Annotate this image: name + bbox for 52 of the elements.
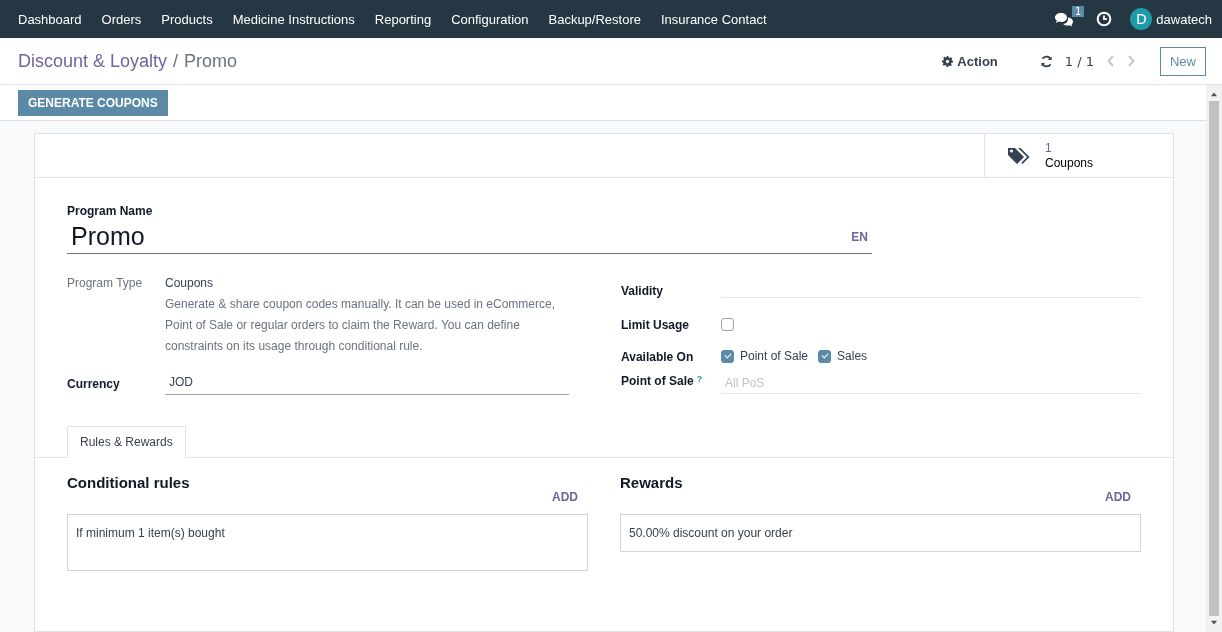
section-title: Rewards	[620, 474, 683, 491]
user-name[interactable]: dawatech	[1156, 11, 1212, 27]
menu-item[interactable]: Insurance Contact	[651, 11, 777, 27]
action-button[interactable]: Action	[936, 52, 1004, 70]
add-link[interactable]: ADD	[1105, 490, 1131, 504]
checkbox-label: Sales	[837, 349, 868, 363]
tab[interactable]: Rules & Rewards	[67, 426, 186, 458]
menu-item[interactable]: Products	[151, 11, 223, 27]
checkbox[interactable]	[818, 349, 832, 363]
menu-item[interactable]: Orders	[91, 11, 152, 27]
refresh-icon[interactable]	[1039, 54, 1053, 68]
gear-icon[interactable]	[942, 55, 954, 67]
checkbox[interactable]	[721, 317, 734, 331]
program-name-field[interactable]: Promo EN	[67, 218, 872, 254]
coupons-label: Coupons	[1045, 155, 1094, 171]
menu-item[interactable]: Reporting	[364, 11, 442, 27]
breadcrumb-link[interactable]: Discount & Loyalty	[18, 50, 168, 72]
section-title: Conditional rules	[67, 474, 190, 491]
menu-item[interactable]: Configuration	[441, 11, 539, 27]
field-label: Validity	[621, 283, 665, 300]
scroll-up-icon[interactable]	[1210, 91, 1218, 97]
new-button[interactable]: New	[1160, 46, 1206, 76]
program-type-description: Generate & share coupon codes manually. It can be used in eCommerce, Point of Sale or regular orders to claim the Reward. You can define constraints on its usage through conditional rule.	[165, 296, 556, 355]
scrollbar-thumb[interactable]	[1209, 101, 1219, 616]
tags-icon[interactable]	[1007, 145, 1031, 166]
field-label: Currency	[67, 376, 121, 393]
generate-coupons-button[interactable]: GENERATE COUPONS	[18, 89, 168, 116]
clock-icon[interactable]	[1096, 11, 1113, 27]
coupon-count: 1	[1045, 140, 1053, 156]
menu-item[interactable]: Dashboard	[8, 11, 92, 27]
list-item[interactable]: If minimum 1 item(s) bought	[76, 526, 579, 540]
scroll-down-icon[interactable]	[1210, 620, 1218, 626]
field-label: Program Type	[67, 275, 144, 292]
pager-value: 1 / 1	[1064, 53, 1094, 69]
list-item[interactable]: 50.00% discount on your order	[629, 526, 1132, 540]
breadcrumb-current: Promo	[184, 50, 238, 72]
scrollbar[interactable]	[1206, 85, 1222, 632]
program-type-value: Coupons	[165, 275, 215, 290]
chat-icon[interactable]	[1053, 12, 1074, 28]
field-label: Point of Sale	[621, 374, 694, 388]
field-label: Available On	[621, 349, 695, 366]
breadcrumb-separator: /	[173, 50, 179, 72]
field-label: Program Name	[67, 204, 154, 218]
checkbox-label: Point of Sale	[740, 349, 809, 363]
menu-item[interactable]: Backup/Restore	[538, 11, 651, 27]
message-count-badge: 1	[1071, 6, 1085, 17]
add-link[interactable]: ADD	[552, 490, 578, 504]
currency-field[interactable]: JOD	[165, 373, 569, 395]
language-button[interactable]: EN	[851, 229, 868, 244]
checkbox[interactable]	[721, 349, 734, 363]
menu-item[interactable]: Medicine Instructions	[222, 11, 365, 27]
field-label: Limit Usage	[621, 317, 690, 334]
